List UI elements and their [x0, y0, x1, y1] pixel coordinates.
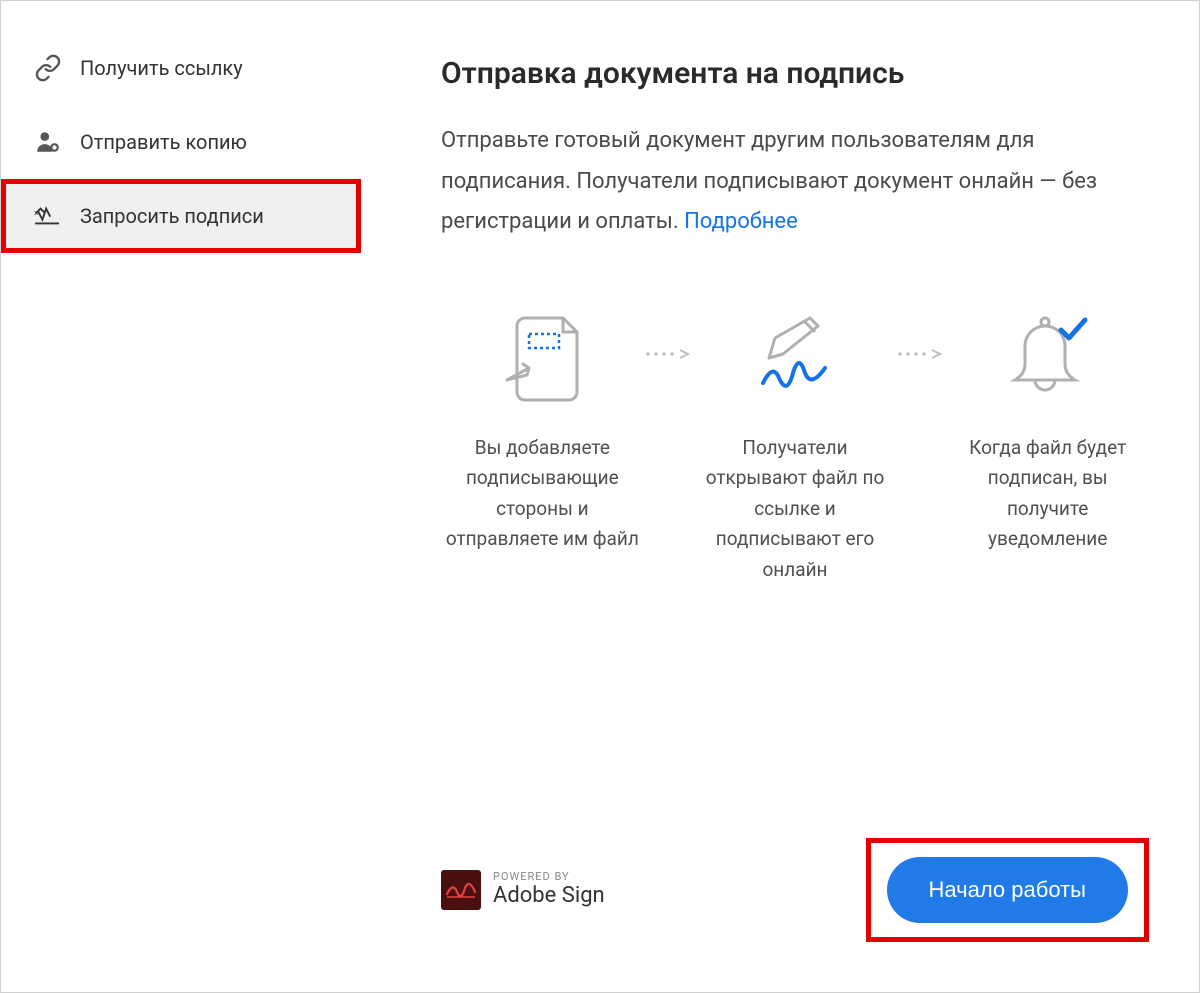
adobe-sign-brand: Adobe Sign: [493, 883, 605, 909]
step-text: Когда файл будет подписан, вы получите у…: [948, 433, 1148, 555]
adobe-sign-logo-icon: [441, 870, 481, 910]
cta-highlight: Начало работы: [866, 838, 1149, 942]
sidebar-item-send-copy[interactable]: Отправить копию: [1, 105, 361, 179]
powered-by-label: POWERED BY: [493, 870, 605, 883]
send-file-icon: [497, 303, 587, 413]
app-container: Получить ссылку Отправить копию ×: [0, 0, 1200, 993]
step-add-signers: Вы добавляете подписывающие стороны и от…: [441, 303, 644, 555]
arrow-icon: [644, 303, 694, 360]
step-text: Вы добавляете подписывающие стороны и от…: [442, 433, 642, 555]
get-started-button[interactable]: Начало работы: [887, 857, 1128, 923]
user-copy-icon: [34, 128, 62, 156]
sidebar: Получить ссылку Отправить копию ×: [1, 1, 361, 992]
sidebar-item-request-signatures[interactable]: × Запросить подписи: [1, 179, 361, 253]
svg-text:×: ×: [34, 208, 39, 219]
bell-check-icon: [1003, 303, 1093, 413]
step-text: Получатели открывают файл по ссылке и по…: [695, 433, 895, 585]
sidebar-item-label: Отправить копию: [80, 130, 247, 154]
link-icon: [34, 54, 62, 82]
powered-text: POWERED BY Adobe Sign: [493, 870, 605, 910]
step-notification: Когда файл будет подписан, вы получите у…: [946, 303, 1149, 555]
main-content: Отправка документа на подпись Отправьте …: [361, 1, 1199, 992]
steps-row: Вы добавляете подписывающие стороны и от…: [441, 303, 1149, 585]
arrow-icon: [896, 303, 946, 360]
sidebar-item-get-link[interactable]: Получить ссылку: [1, 31, 361, 105]
signature-icon: ×: [34, 202, 62, 230]
step-recipients-sign: Получатели открывают файл по ссылке и по…: [694, 303, 897, 585]
learn-more-link[interactable]: Подробнее: [684, 209, 798, 234]
footer: POWERED BY Adobe Sign Начало работы: [441, 808, 1149, 952]
powered-by-adobe-sign: POWERED BY Adobe Sign: [441, 870, 605, 910]
sidebar-item-label: Запросить подписи: [80, 204, 264, 228]
sign-online-icon: [745, 303, 845, 413]
description: Отправьте готовый документ другим пользо…: [441, 121, 1149, 243]
page-title: Отправка документа на подпись: [441, 56, 1149, 91]
sidebar-item-label: Получить ссылку: [80, 56, 243, 80]
